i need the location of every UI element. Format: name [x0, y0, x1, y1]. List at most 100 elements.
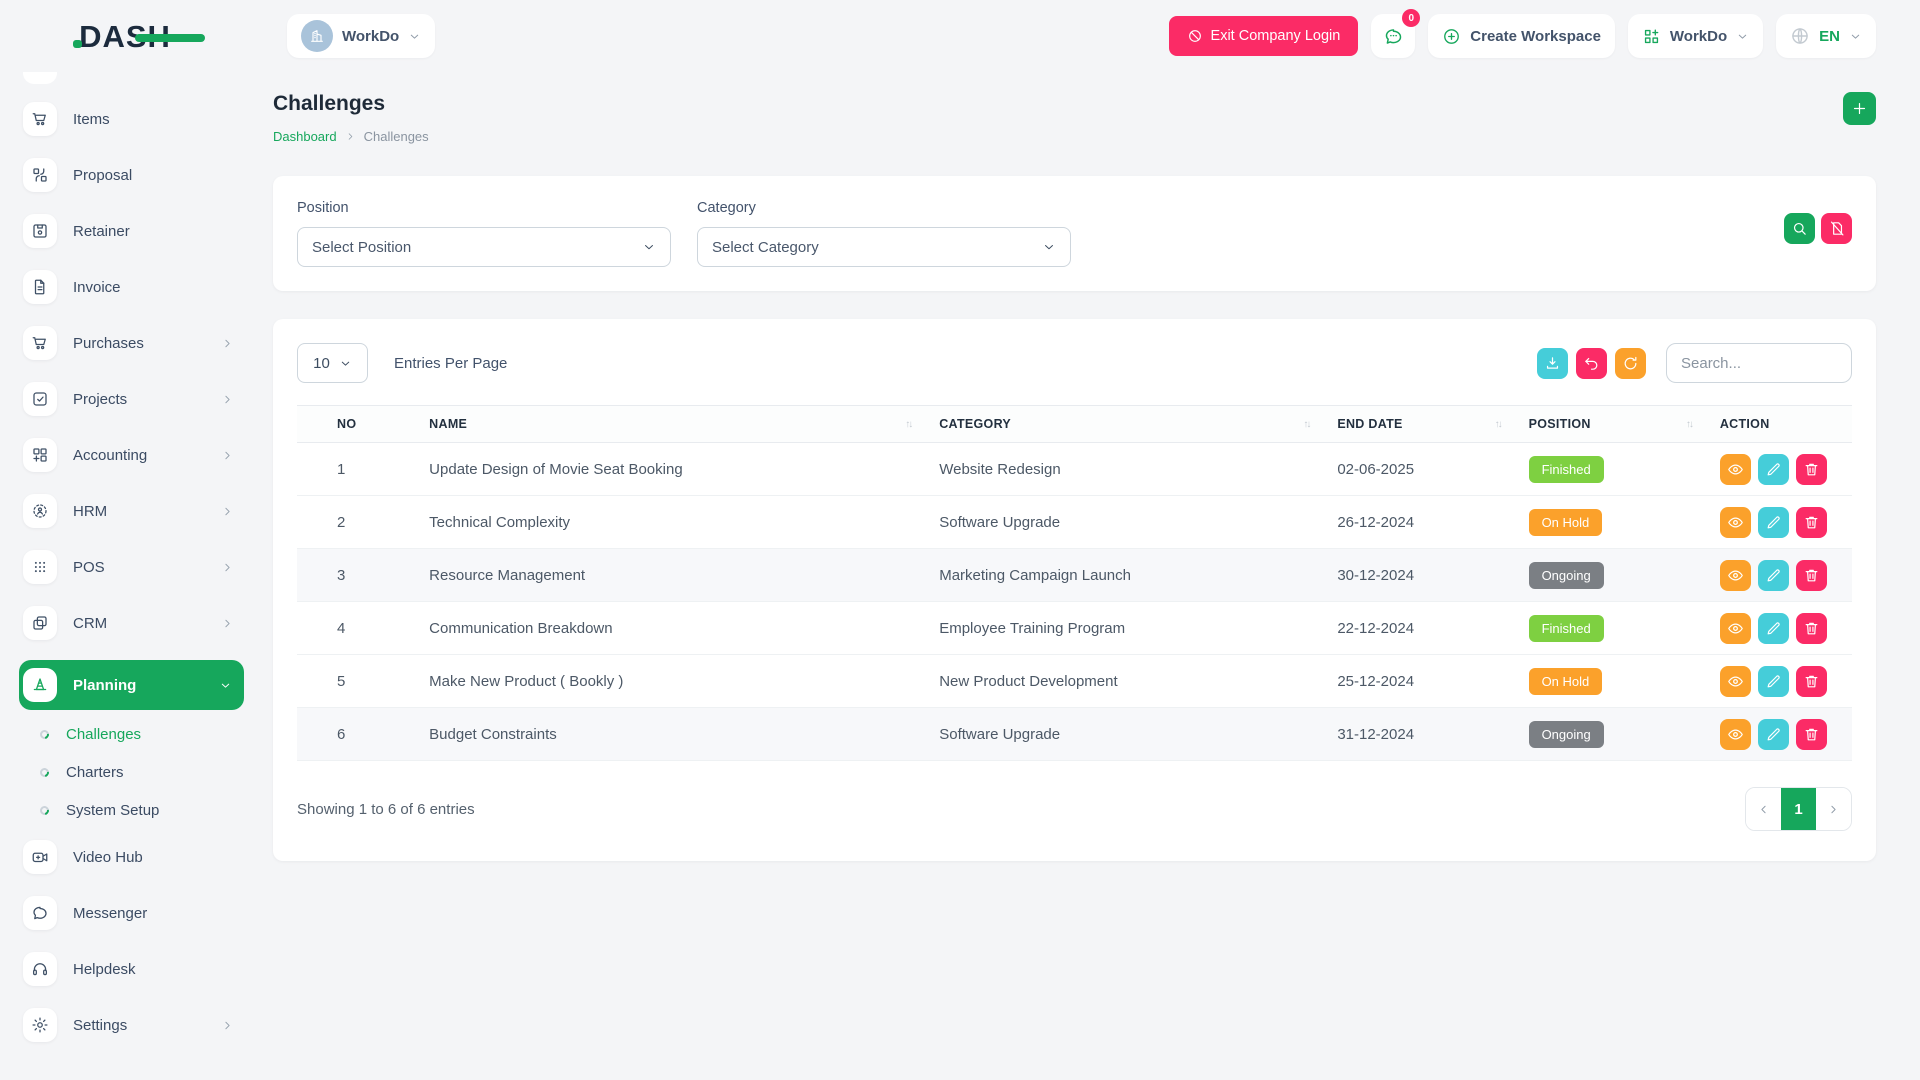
entries-per-page-select[interactable]: 10 — [297, 343, 368, 383]
delete-button[interactable] — [1796, 454, 1827, 485]
sidebar-item-helpdesk[interactable]: Helpdesk — [23, 952, 234, 986]
ban-icon — [1187, 28, 1203, 44]
delete-button[interactable] — [1796, 613, 1827, 644]
chevron-down-icon — [1736, 30, 1749, 43]
cart-icon — [23, 326, 57, 360]
sort-icon[interactable]: ↑↓ — [1686, 419, 1692, 430]
search-icon — [1791, 220, 1808, 237]
sidebar-item-messenger[interactable]: Messenger — [23, 896, 234, 930]
delete-button[interactable] — [1796, 507, 1827, 538]
sidebar-item-planning[interactable]: Planning — [19, 660, 244, 710]
view-button[interactable] — [1720, 666, 1751, 697]
edit-button[interactable] — [1758, 719, 1789, 750]
delete-button[interactable] — [1796, 560, 1827, 591]
cell-no: 4 — [297, 602, 415, 655]
sidebar-item-accounting[interactable]: Accounting — [23, 438, 234, 472]
sidebar-item-pos[interactable]: POS — [23, 550, 234, 584]
delete-button[interactable] — [1796, 719, 1827, 750]
sidebar: Items Proposal Retainer Invoice Purchase… — [0, 72, 250, 1080]
view-button[interactable] — [1720, 507, 1751, 538]
cell-position: On Hold — [1515, 496, 1706, 549]
reset-button[interactable] — [1576, 348, 1607, 379]
cell-category: Website Redesign — [925, 443, 1323, 496]
pagination-page-1[interactable]: 1 — [1781, 788, 1816, 830]
sidebar-item-purchases[interactable]: Purchases — [23, 326, 234, 360]
chevron-right-icon — [1827, 803, 1840, 816]
breadcrumb-dashboard-link[interactable]: Dashboard — [273, 129, 337, 144]
workspace-switcher[interactable]: WorkDo — [287, 14, 435, 58]
sidebar-item-settings[interactable]: Settings — [23, 1008, 234, 1042]
apps-grid-icon — [1642, 27, 1661, 46]
delete-button[interactable] — [1796, 666, 1827, 697]
sidebar-item-hrm[interactable]: HRM — [23, 494, 234, 528]
sidebar-subitem-charters[interactable]: Charters — [40, 764, 234, 781]
messages-count-badge: 0 — [1402, 9, 1420, 27]
trash-icon — [1803, 514, 1820, 531]
cell-category: Marketing Campaign Launch — [925, 549, 1323, 602]
chevron-right-icon — [221, 505, 234, 518]
column-header-position[interactable]: POSITION↑↓ — [1515, 406, 1706, 443]
status-badge: Finished — [1529, 456, 1604, 483]
sidebar-subitem-system-setup[interactable]: System Setup — [40, 802, 234, 819]
column-header-category[interactable]: CATEGORY↑↓ — [925, 406, 1323, 443]
sidebar-item-crm[interactable]: CRM — [23, 606, 234, 640]
sidebar-item-items[interactable]: Items — [23, 102, 234, 136]
clear-filter-button[interactable] — [1821, 213, 1852, 244]
create-workspace-button[interactable]: Create Workspace — [1428, 14, 1615, 58]
cell-name: Resource Management — [415, 549, 925, 602]
cell-category: Software Upgrade — [925, 708, 1323, 761]
workdo-apps-menu[interactable]: WorkDo — [1628, 14, 1763, 58]
sort-icon[interactable]: ↑↓ — [1303, 419, 1309, 430]
sidebar-item-projects[interactable]: Projects — [23, 382, 234, 416]
pagination-prev-button[interactable] — [1746, 788, 1781, 830]
column-header-name[interactable]: NAME↑↓ — [415, 406, 925, 443]
column-header-end-date[interactable]: END DATE↑↓ — [1323, 406, 1514, 443]
table-footer: Showing 1 to 6 of 6 entries 1 — [297, 787, 1852, 837]
chevron-right-icon — [221, 617, 234, 630]
edit-button[interactable] — [1758, 454, 1789, 485]
edit-button[interactable] — [1758, 613, 1789, 644]
cell-no: 6 — [297, 708, 415, 761]
cell-action — [1706, 655, 1852, 708]
edit-button[interactable] — [1758, 560, 1789, 591]
plus-icon — [1851, 100, 1868, 117]
document-icon — [23, 270, 57, 304]
edit-button[interactable] — [1758, 666, 1789, 697]
sidebar-subitem-challenges[interactable]: Challenges — [40, 726, 234, 743]
pagination-next-button[interactable] — [1816, 788, 1851, 830]
position-filter-select[interactable]: Select Position — [297, 227, 671, 267]
category-filter-select[interactable]: Select Category — [697, 227, 1071, 267]
language-selector[interactable]: EN — [1776, 14, 1876, 58]
view-button[interactable] — [1720, 719, 1751, 750]
cell-position: Ongoing — [1515, 549, 1706, 602]
apply-filter-button[interactable] — [1784, 213, 1815, 244]
table-search-input[interactable] — [1666, 343, 1852, 383]
view-button[interactable] — [1720, 613, 1751, 644]
cart-icon — [23, 102, 57, 136]
sidebar-item-invoice[interactable]: Invoice — [23, 270, 234, 304]
trash-icon — [1803, 461, 1820, 478]
edit-button[interactable] — [1758, 507, 1789, 538]
pencil-icon — [1765, 514, 1782, 531]
view-button[interactable] — [1720, 560, 1751, 591]
sort-icon[interactable]: ↑↓ — [905, 419, 911, 430]
table-row: 6Budget ConstraintsSoftware Upgrade31-12… — [297, 708, 1852, 761]
exit-company-login-button[interactable]: Exit Company Login — [1169, 16, 1359, 56]
refresh-button[interactable] — [1615, 348, 1646, 379]
cell-name: Update Design of Movie Seat Booking — [415, 443, 925, 496]
messages-button[interactable]: 0 — [1371, 14, 1415, 58]
status-badge: On Hold — [1529, 509, 1603, 536]
sidebar-item-proposal[interactable]: Proposal — [23, 158, 234, 192]
sort-icon[interactable]: ↑↓ — [1495, 419, 1501, 430]
status-badge: On Hold — [1529, 668, 1603, 695]
status-badge: Ongoing — [1529, 721, 1604, 748]
add-challenge-button[interactable] — [1843, 92, 1876, 125]
cell-name: Communication Breakdown — [415, 602, 925, 655]
page-header: Challenges Dashboard Challenges — [273, 92, 1876, 144]
sidebar-item-retainer[interactable]: Retainer — [23, 214, 234, 248]
sidebar-item-video-hub[interactable]: Video Hub — [23, 840, 234, 874]
logo-dash-bar — [135, 34, 205, 42]
export-button[interactable] — [1537, 348, 1568, 379]
cell-action — [1706, 708, 1852, 761]
view-button[interactable] — [1720, 454, 1751, 485]
